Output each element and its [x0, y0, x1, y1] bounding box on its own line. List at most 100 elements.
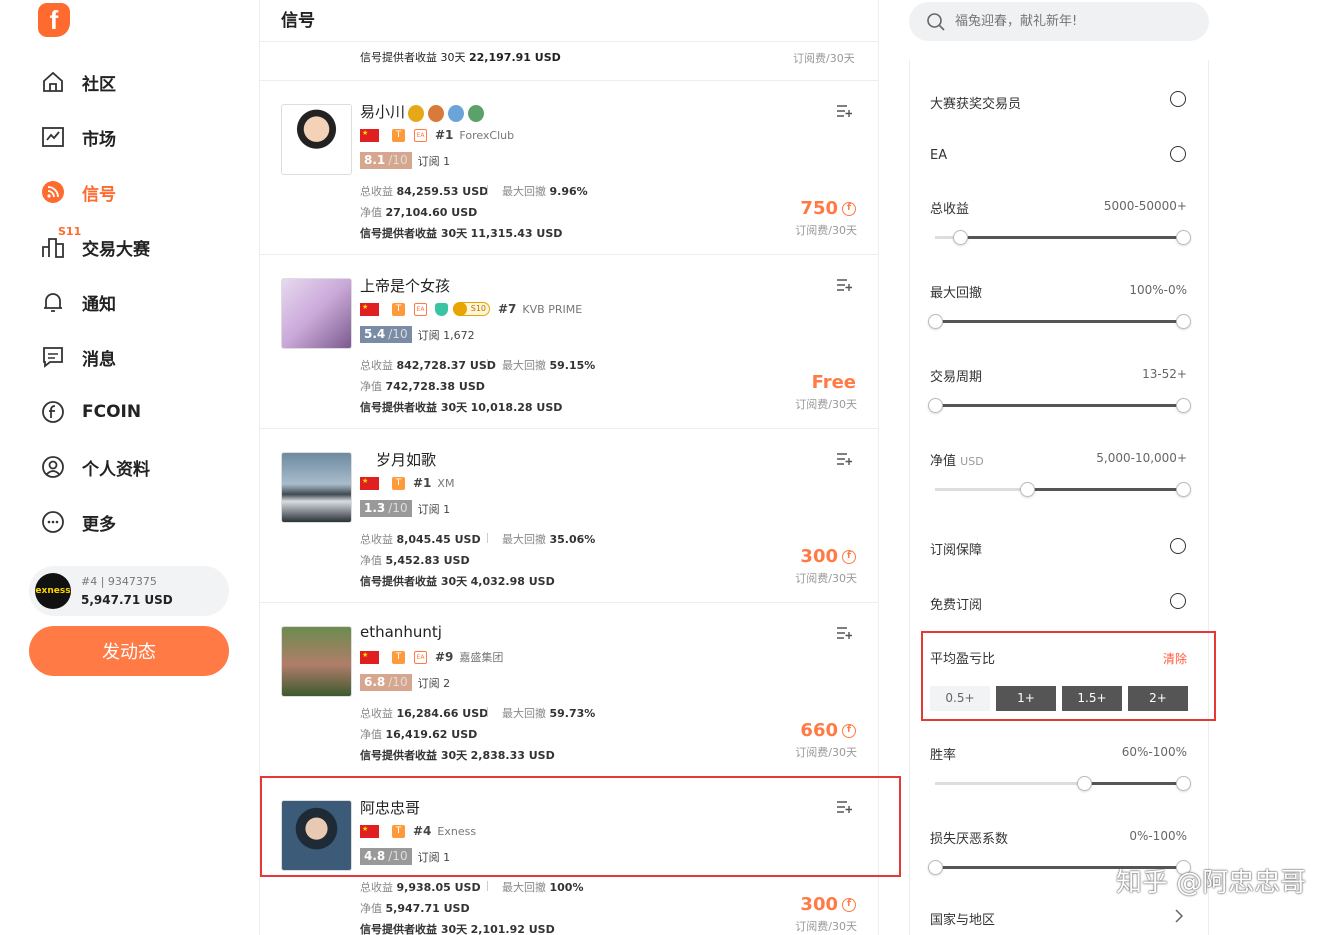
filter-region-label[interactable]: 国家与地区 — [930, 909, 995, 928]
post-button[interactable]: 发动态 — [29, 626, 229, 676]
filter-period-value: 13-52+ — [1142, 367, 1187, 381]
slider-handle-low[interactable] — [1076, 776, 1092, 791]
nav-label: 个人资料 — [82, 459, 150, 480]
filter-ea-radio[interactable] — [1170, 146, 1186, 162]
filter-dd-label: 最大回撤 — [930, 286, 983, 301]
slider-handle-high[interactable] — [1176, 776, 1191, 791]
fcoin-icon: f — [842, 201, 856, 216]
filter-winrate-value: 60%-100% — [1121, 745, 1187, 759]
nav-competition[interactable]: 交易大赛 — [40, 227, 240, 267]
nav-notifications[interactable]: 通知 — [40, 282, 240, 322]
avgpl-option[interactable]: 0.5+ — [930, 686, 990, 711]
add-to-list-icon[interactable] — [836, 626, 852, 640]
filter-award-label: 大赛获奖交易员 — [930, 97, 1022, 112]
score-row: 8.1/10 订阅 1 — [360, 152, 450, 169]
slider-handle-low[interactable] — [952, 230, 968, 245]
equity: 净值 27,104.60 USD — [360, 206, 478, 219]
nav-community[interactable]: 社区 — [40, 62, 240, 102]
nav-label: 更多 — [82, 514, 116, 535]
nav-fcoin[interactable]: FCOIN — [40, 392, 240, 432]
fee-label: 订阅费/30天 — [793, 52, 855, 65]
nav-market[interactable]: 市场 — [40, 117, 240, 157]
account-rank-id: #4 | 9347375 — [81, 575, 157, 588]
trader-badge-icon: T — [392, 128, 405, 142]
trader-badge-icon: T — [392, 476, 405, 490]
avgpl-option[interactable]: 1+ — [996, 686, 1056, 711]
trader-name[interactable]: 上帝是个女孩 — [360, 275, 450, 296]
trader-avatar[interactable] — [281, 800, 352, 871]
trader-name[interactable]: 阿忠忠哥 — [360, 797, 420, 818]
slider-fill — [935, 320, 1183, 323]
trader-name[interactable]: 易小川 — [360, 101, 488, 122]
trader-avatar[interactable] — [281, 104, 352, 175]
fcoin-icon: f — [842, 723, 856, 738]
fcoin-icon — [42, 401, 64, 423]
total-return: 总收益 8,045.45 USD — [360, 533, 481, 546]
clear-button[interactable]: 清除 — [1163, 650, 1187, 667]
market-chart-icon — [42, 127, 64, 147]
slider-handle-low[interactable] — [928, 314, 943, 329]
add-to-list-icon[interactable] — [836, 104, 852, 118]
provider-earnings: 信号提供者收益 30天 2,838.33 USD — [360, 749, 555, 762]
signal-card[interactable]: 阿忠忠哥 ★ T #4 Exness 4.8/10 订阅 1 总收益 9,938.05 USD… — [260, 776, 878, 935]
subscription-price: 300 f — [800, 894, 856, 915]
trader-avatar[interactable] — [281, 278, 352, 349]
signal-card[interactable]: 易小川 ★ T EA #1 ForexClub 8.1/10 订阅 1 总收益 84,259.5… — [260, 80, 878, 254]
subscriber-count: 订阅 1 — [417, 850, 451, 864]
subscriber-count: 订阅 1,672 — [417, 328, 475, 342]
trader-avatar[interactable] — [281, 452, 352, 523]
account-card[interactable]: exness #4 | 9347375 5,947.71 USD — [29, 566, 229, 616]
logo[interactable]: f — [38, 3, 70, 37]
divider — [487, 533, 488, 543]
fee-label: 订阅费/30天 — [795, 572, 857, 585]
score-badge: 5.4/10 — [360, 326, 412, 343]
signals-list: 信号 信号提供者收益 30天 22,197.91 USD 订阅费/30天 易小川… — [259, 0, 879, 935]
avgpl-option[interactable]: 1.5+ — [1062, 686, 1122, 711]
trader-rank: #7 — [498, 302, 517, 316]
filter-winrate-label: 胜率 — [930, 748, 957, 763]
trader-badge-icon: T — [392, 824, 405, 838]
trader-name[interactable]: 岁月如歌 — [376, 449, 436, 470]
add-to-list-icon[interactable] — [836, 278, 852, 292]
avgpl-option[interactable]: 2+ — [1128, 686, 1188, 711]
nav-signals[interactable]: 信号 — [40, 172, 240, 212]
broker-avatar: exness — [35, 573, 71, 609]
china-flag-icon: ★ — [360, 824, 379, 838]
trader-meta: ★ T EA #9 嘉盛集团 — [360, 649, 503, 665]
nav-profile[interactable]: 个人资料 — [40, 447, 240, 487]
search-input[interactable] — [955, 11, 1195, 31]
nav-more[interactable]: 更多 — [40, 502, 240, 542]
filter-ea-label: EA — [930, 148, 948, 163]
nav-messages[interactable]: 消息 — [40, 337, 240, 377]
add-to-list-icon[interactable] — [836, 452, 852, 466]
fee-label: 订阅费/30天 — [795, 746, 857, 759]
score-badge: 8.1/10 — [360, 152, 412, 169]
trader-avatar[interactable] — [281, 626, 352, 697]
filter-guarantee-label: 订阅保障 — [930, 543, 983, 558]
provider-earnings: 信号提供者收益 30天 11,315.43 USD — [360, 227, 563, 240]
china-flag-icon: ★ — [360, 128, 379, 142]
search-bar[interactable] — [909, 2, 1209, 41]
message-icon — [43, 347, 63, 368]
slider-handle-low[interactable] — [928, 860, 943, 875]
slider-handle-low[interactable] — [928, 398, 943, 413]
add-to-list-icon[interactable] — [836, 800, 852, 814]
slider-handle-high[interactable] — [1176, 314, 1191, 329]
chevron-right-icon[interactable] — [1174, 909, 1184, 923]
slider-handle-high[interactable] — [1176, 482, 1191, 497]
trader-name[interactable]: ethanhuntj — [360, 623, 442, 641]
filter-free-radio[interactable] — [1170, 593, 1186, 609]
signal-card[interactable]: 上帝是个女孩 ★ T EA S10 #7 KVB PRIME 5.4/10 订阅 1,672 总收… — [260, 254, 878, 428]
divider — [260, 41, 878, 42]
slider-handle-high[interactable] — [1176, 230, 1191, 245]
filter-guarantee-radio[interactable] — [1170, 538, 1186, 554]
fee-label: 订阅费/30天 — [795, 398, 857, 411]
broker-name: 嘉盛集团 — [459, 651, 504, 664]
divider — [487, 707, 488, 717]
signal-card[interactable]: ethanhuntj ★ T EA #9 嘉盛集团 6.8/10 订阅 2 总收益 16,284… — [260, 602, 878, 776]
fcoin-icon: f — [842, 549, 856, 564]
filter-award-radio[interactable] — [1170, 91, 1186, 107]
slider-handle-low[interactable] — [1019, 482, 1035, 497]
slider-handle-high[interactable] — [1176, 398, 1191, 413]
signal-card[interactable]: 岁月如歌 ★ T #1 XM 1.3/10 订阅 1 总收益 8,045.45 USD 最大回撤… — [260, 428, 878, 602]
